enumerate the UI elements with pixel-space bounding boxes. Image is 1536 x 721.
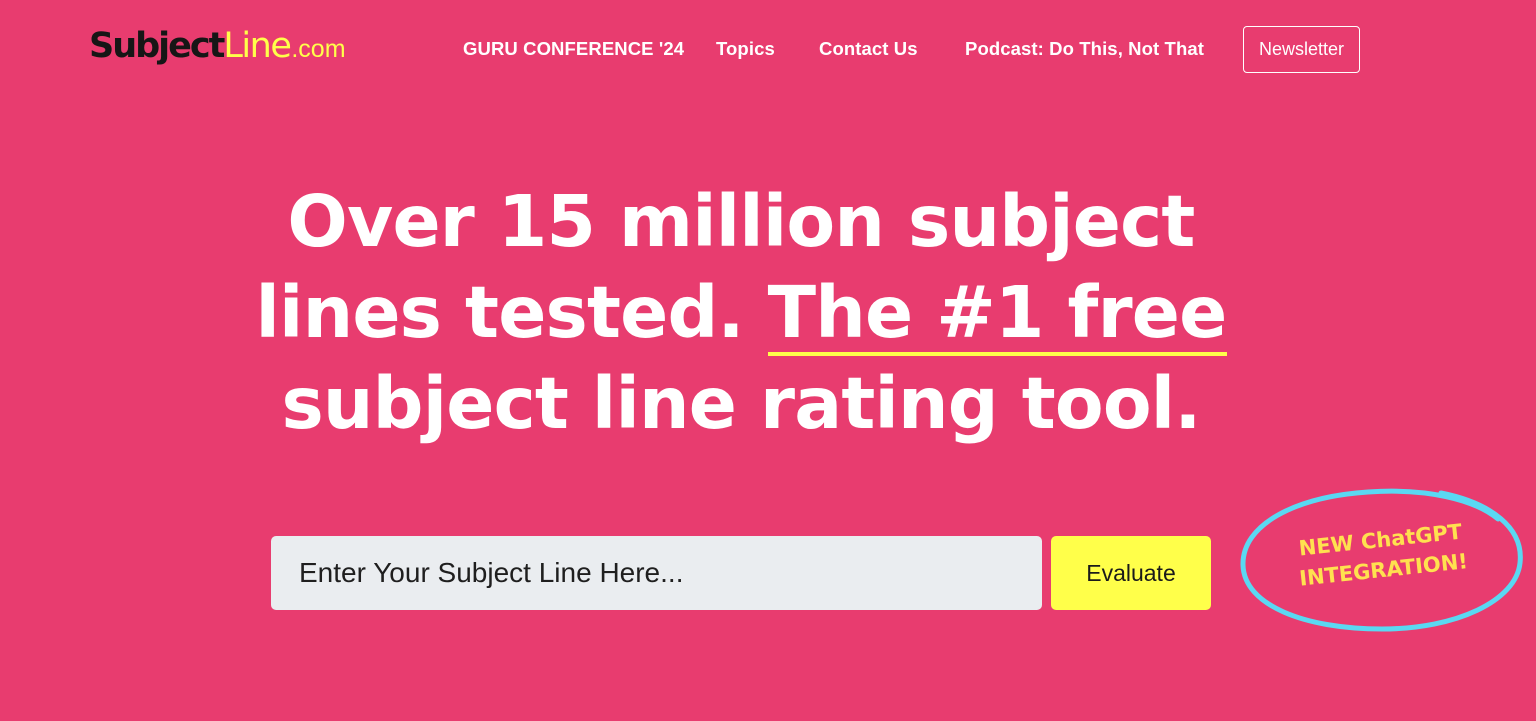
hero-line-1: Over 15 million subject	[287, 180, 1195, 263]
hero-line-2-plain: lines tested.	[255, 271, 745, 354]
logo-line-text: Line	[223, 26, 291, 66]
nav-item-topics[interactable]: Topics	[716, 38, 775, 60]
chatgpt-integration-badge[interactable]: NEW ChatGPT INTEGRATION!	[1236, 483, 1528, 638]
logo-subject-text: Subject	[89, 26, 225, 66]
evaluate-button[interactable]: Evaluate	[1051, 536, 1211, 610]
hero-line-3: subject line rating tool.	[281, 362, 1201, 445]
subject-line-input[interactable]	[271, 536, 1042, 610]
nav-item-podcast[interactable]: Podcast: Do This, Not That	[965, 38, 1204, 60]
logo-domain-text: .com	[291, 35, 346, 63]
newsletter-button[interactable]: Newsletter	[1243, 26, 1360, 73]
nav-item-guru-conference[interactable]: GURU CONFERENCE '24	[463, 38, 684, 60]
nav-item-contact-us[interactable]: Contact Us	[819, 38, 918, 60]
hero-highlight: The #1 free	[767, 271, 1227, 356]
hero-headline: Over 15 million subject lines tested. Th…	[200, 176, 1282, 449]
site-logo[interactable]: Subject Line .com	[89, 26, 346, 70]
